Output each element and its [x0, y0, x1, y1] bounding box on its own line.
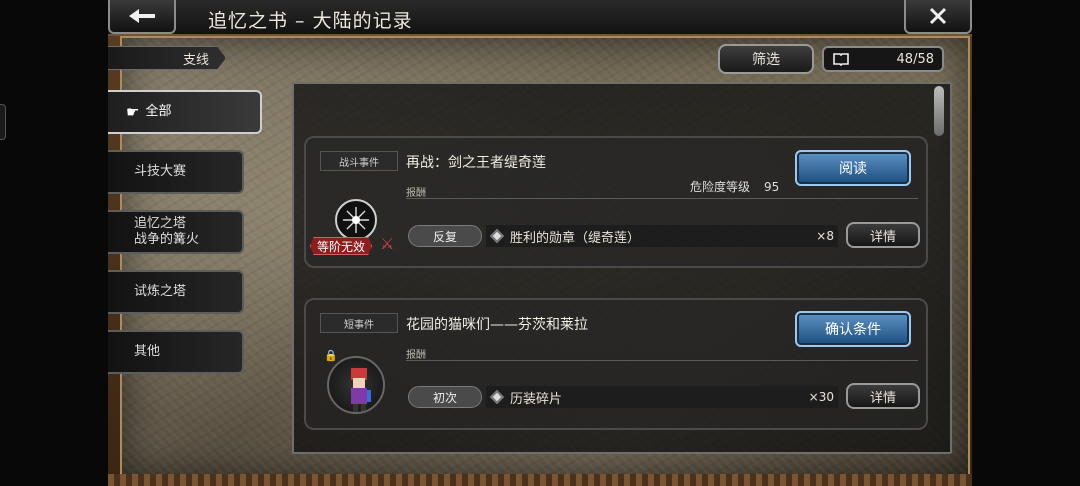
- book-icon: [833, 53, 849, 66]
- lock-icon: 🔒: [324, 349, 338, 362]
- event-name: 再战：剑之王者缇奇莲: [406, 155, 546, 171]
- nav-item-label: 其他: [134, 344, 161, 359]
- reward-type-pill: 初次: [408, 386, 482, 408]
- reward-count: ×8: [816, 229, 834, 243]
- nav-item-tower-war[interactable]: 追忆之塔 战争的篝火: [108, 210, 244, 254]
- arrow-left-icon: [129, 9, 155, 23]
- reward-type-pill: 反复: [408, 225, 482, 247]
- detail-button[interactable]: 详情: [846, 383, 920, 409]
- event-name: 花园的猫咪们——芬茨和莱拉: [406, 317, 588, 333]
- counter-value: 48/58: [896, 51, 934, 67]
- page-title: 追忆之书 – 大陆的记录: [208, 10, 413, 32]
- branch-tab: 支线: [108, 46, 226, 70]
- nav-item-label: 试炼之塔: [134, 284, 187, 299]
- event-tag: 战斗事件: [320, 151, 398, 171]
- event-tag: 短事件: [320, 313, 398, 333]
- reward-label: 报酬: [406, 350, 426, 361]
- danger-value: 95: [764, 180, 780, 194]
- right-letterbox: [972, 0, 1080, 486]
- record-counter: 48/58: [822, 46, 944, 72]
- reward-name: 胜利的勋章（缇奇莲）: [510, 230, 641, 246]
- medal-icon: [335, 199, 377, 241]
- pointing-hand-icon: ☛: [126, 103, 140, 121]
- sun-emblem-icon: [343, 207, 369, 233]
- scrollbar-thumb[interactable]: [934, 86, 944, 136]
- reward-count: ×30: [808, 390, 834, 404]
- danger-label: 危险度等级: [690, 180, 751, 194]
- reward-row: 历装碎片 ×30: [486, 386, 838, 408]
- close-icon: [929, 7, 947, 25]
- card-divider: [406, 360, 918, 361]
- read-button[interactable]: 阅读: [795, 150, 911, 186]
- nav-item-label: 追忆之塔 战争的篝火: [134, 216, 200, 247]
- nav-item-other[interactable]: 其他: [108, 330, 244, 374]
- reward-label: 报酬: [406, 188, 426, 199]
- rank-invalid-badge: 等阶无效: [310, 237, 373, 255]
- left-letterbox: [0, 0, 108, 486]
- reward-row: 胜利的勋章（缇奇莲） ×8: [486, 225, 838, 247]
- confirm-conditions-button[interactable]: 确认条件: [795, 311, 911, 347]
- nav-item-label: 斗技大赛: [134, 164, 187, 179]
- crossed-swords-icon: ⚔: [380, 234, 395, 253]
- reward-name: 历装碎片: [510, 391, 563, 407]
- back-button[interactable]: [108, 0, 176, 34]
- card-divider: [406, 198, 918, 199]
- detail-button[interactable]: 详情: [846, 222, 920, 248]
- filter-button[interactable]: 筛选: [718, 44, 814, 74]
- frame-border: [108, 474, 972, 486]
- edge-handle: [0, 104, 6, 140]
- diamond-icon: [489, 228, 505, 244]
- nav-item-all[interactable]: ☛ 全部: [108, 90, 262, 134]
- character-avatar: [327, 356, 385, 414]
- diamond-icon: [489, 389, 505, 405]
- nav-item-trial-tower[interactable]: 试炼之塔: [108, 270, 244, 314]
- nav-item-label: 全部: [145, 104, 172, 119]
- danger-level: 危险度等级 95: [690, 178, 779, 195]
- close-button[interactable]: [904, 0, 972, 34]
- nav-item-arena[interactable]: 斗技大赛: [108, 150, 244, 194]
